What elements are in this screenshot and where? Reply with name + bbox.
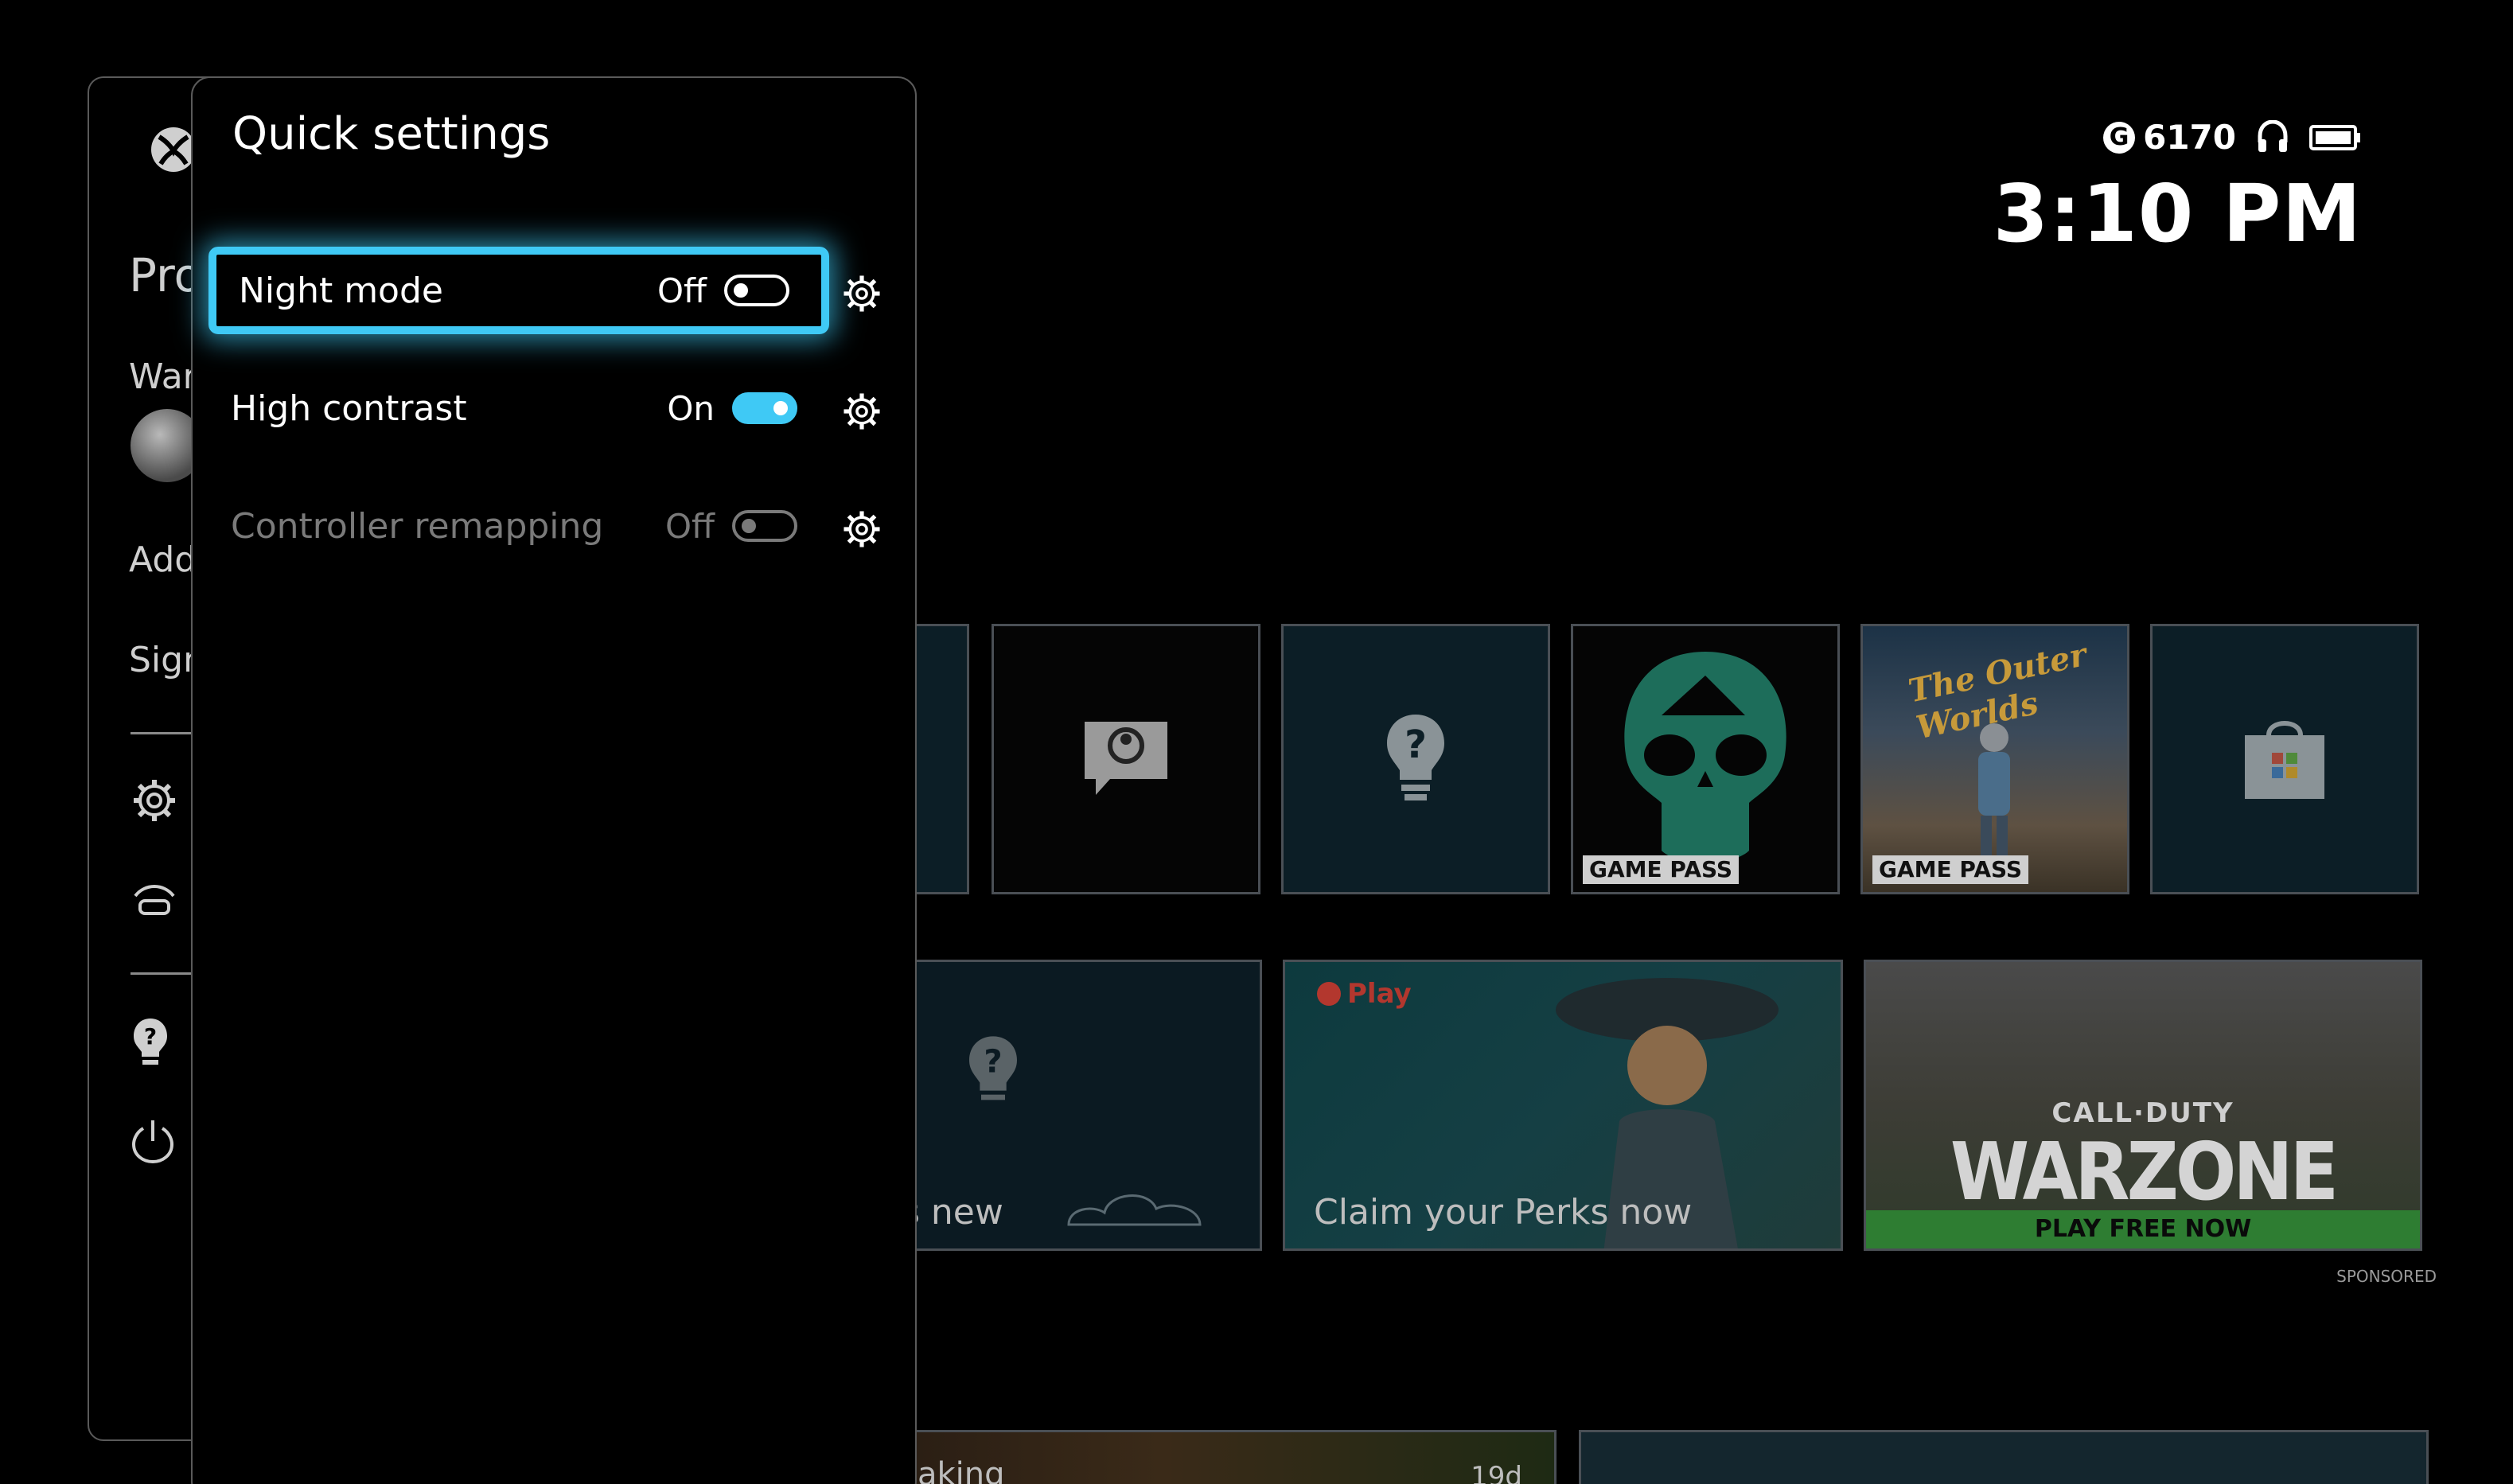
night-mode-state: Off xyxy=(657,271,707,310)
perks-tile[interactable]: Play Claim your Perks now xyxy=(1283,960,1843,1251)
game-pass-badge: GAME PASS xyxy=(1872,855,2029,884)
tips-icon[interactable]: ? xyxy=(131,1017,170,1068)
feedback-icon xyxy=(1085,722,1167,795)
gear-icon[interactable] xyxy=(131,777,178,824)
svg-text:?: ? xyxy=(144,1023,157,1050)
warzone-subtitle: CALL·DUTY xyxy=(2051,1097,2234,1129)
svg-text:?: ? xyxy=(984,1043,1002,1080)
status-bar: G 6170 xyxy=(2103,118,2362,157)
ea-logo-icon xyxy=(1317,982,1341,1006)
gamerscore: G 6170 xyxy=(2103,118,2236,157)
feedback-tile[interactable] xyxy=(992,624,1260,894)
night-mode-toggle-row[interactable]: Night mode Off xyxy=(208,247,829,334)
tips-icon: ? xyxy=(969,1036,1017,1100)
high-contrast-state: On xyxy=(667,388,715,428)
remote-play-icon[interactable] xyxy=(131,880,178,920)
bottom-tile-caption: aking xyxy=(918,1456,1005,1484)
bottom-tile-right[interactable] xyxy=(1579,1430,2429,1484)
tips-icon: ? xyxy=(1387,715,1444,800)
controller-remapping-label: Controller remapping xyxy=(231,505,604,547)
skull-icon xyxy=(1624,652,1786,863)
gamerscore-value: 6170 xyxy=(2143,118,2236,157)
switch-knob xyxy=(734,283,748,298)
controller-remapping-state: Off xyxy=(665,506,715,546)
sea-of-thieves-tile[interactable]: GAME PASS xyxy=(1571,624,1840,894)
bottom-tile-left[interactable]: aking 19d xyxy=(899,1430,1557,1484)
quick-settings-panel: Quick settings Night mode Off High contr… xyxy=(191,76,917,1484)
gear-icon xyxy=(844,275,880,312)
clock: 3:10 PM xyxy=(1993,167,2362,260)
whats-new-tile[interactable]: ? s new xyxy=(899,960,1262,1251)
outer-worlds-tile[interactable]: The Outer Worlds GAME PASS xyxy=(1860,624,2129,894)
controller-remapping-toggle-row[interactable]: Controller remapping Off xyxy=(208,482,829,570)
svg-text:?: ? xyxy=(1405,723,1427,767)
xbox-logo-icon xyxy=(151,127,196,172)
switch-knob xyxy=(742,519,756,533)
gear-icon xyxy=(844,393,880,430)
gear-icon xyxy=(844,511,880,547)
warzone-tile[interactable]: CALL·DUTY WARZONE PLAY FREE NOW xyxy=(1864,960,2422,1251)
night-mode-settings-button[interactable] xyxy=(834,266,890,321)
warzone-title: WARZONE xyxy=(1950,1125,2339,1218)
high-contrast-toggle-row[interactable]: High contrast On xyxy=(208,364,829,452)
tips-tile[interactable]: ? xyxy=(1281,624,1550,894)
store-bag-icon xyxy=(2245,721,2324,799)
switch-knob xyxy=(773,401,788,415)
perks-caption: Claim your Perks now xyxy=(1314,1192,1693,1233)
game-pass-badge: GAME PASS xyxy=(1583,855,1740,884)
add-account-item[interactable]: Add xyxy=(129,539,197,580)
gamerscore-icon: G xyxy=(2103,121,2136,154)
cloud-icon xyxy=(1067,1194,1202,1226)
whats-new-caption: s new xyxy=(902,1192,1003,1233)
divider xyxy=(131,972,194,975)
sponsored-label: SPONSORED xyxy=(2336,1267,2437,1286)
store-tile[interactable] xyxy=(2150,624,2419,894)
battery-icon xyxy=(2309,124,2360,150)
ea-play-tag: Play xyxy=(1317,978,1412,1010)
high-contrast-label: High contrast xyxy=(231,388,467,429)
high-contrast-settings-button[interactable] xyxy=(834,384,890,439)
headset-icon xyxy=(2258,119,2288,152)
night-mode-switch[interactable] xyxy=(724,275,789,306)
high-contrast-switch[interactable] xyxy=(732,392,797,424)
night-mode-label: Night mode xyxy=(239,270,443,311)
panel-title: Quick settings xyxy=(232,108,551,160)
days-left-label: 19d xyxy=(1471,1461,1522,1484)
controller-remapping-switch[interactable] xyxy=(732,510,797,542)
divider xyxy=(131,732,194,734)
gamertag: War xyxy=(129,356,197,397)
play-free-now-bar[interactable]: PLAY FREE NOW xyxy=(1866,1210,2420,1248)
controller-remapping-settings-button[interactable] xyxy=(834,501,890,557)
power-icon[interactable] xyxy=(131,1117,175,1165)
